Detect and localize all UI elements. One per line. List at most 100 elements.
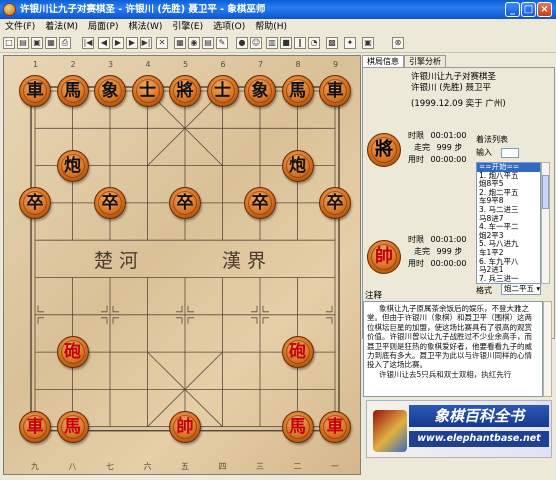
window-title: 许银川让九子对赛棋圣 - 许银川 (先胜) 聂卫平 - 象棋巫师 [20, 4, 266, 15]
top-coordinate-label: 9 [333, 60, 339, 69]
red-piece[interactable]: 砲 [281, 336, 314, 369]
last-move-icon[interactable]: ▶| [140, 37, 152, 49]
black-piece[interactable]: 卒 [319, 186, 351, 219]
engine-icon[interactable]: ◉ [188, 37, 200, 49]
notes-textarea[interactable]: 象棋让九子原属茶余饭后的娱乐，不登大雅之堂。但由于许银川（象棋）和聂卫平（围棋）… [363, 301, 543, 397]
save-icon[interactable]: ▣ [31, 37, 43, 49]
screenshot-icon[interactable]: ▣ [362, 37, 374, 49]
menu-file[interactable]: 文件(F) [0, 19, 40, 35]
format-label: 格式 [476, 286, 492, 295]
delete-icon[interactable]: ✕ [156, 37, 168, 49]
play-icon[interactable]: ▶ [112, 37, 124, 49]
black-piece[interactable]: 炮 [56, 149, 89, 182]
saveas-icon[interactable]: ▦ [45, 37, 57, 49]
print-icon[interactable]: ⎙ [59, 37, 71, 49]
notes-scrollbar[interactable] [543, 301, 552, 397]
piece-label: 馬 [289, 81, 306, 101]
book-icon[interactable]: ▤ [202, 37, 214, 49]
minimize-button[interactable]: _ [505, 2, 520, 17]
black-piece[interactable]: 炮 [281, 149, 314, 182]
banner-url: www.elephantbase.net [409, 431, 549, 447]
edit-icon[interactable]: ✎ [216, 37, 228, 49]
stop-icon[interactable]: ■ [280, 37, 292, 49]
black-moves: 走完 999 步 [414, 143, 463, 152]
maximize-button[interactable]: □ [521, 2, 536, 17]
menu-position[interactable]: 局面(P) [83, 19, 123, 35]
black-piece[interactable]: 車 [319, 75, 351, 107]
info-icon[interactable]: ▥ [266, 37, 278, 49]
format-select[interactable]: 炮二平五 ▾ [501, 283, 541, 295]
hint-icon[interactable]: ✦ [344, 37, 356, 49]
scrollbar-thumb[interactable] [542, 175, 549, 209]
piece-label: 卒 [101, 192, 119, 213]
bottom-coordinate-label: 二 [293, 462, 302, 471]
piece-label: 士 [139, 81, 156, 101]
elephantbase-logo [373, 410, 407, 452]
move-input-label: 输入 [476, 148, 492, 157]
black-piece[interactable]: 馬 [56, 75, 89, 107]
black-piece[interactable]: 象 [94, 75, 126, 107]
black-piece[interactable]: 卒 [19, 186, 51, 219]
move-input-field[interactable] [501, 148, 519, 158]
close-icon[interactable]: ⊗ [392, 37, 404, 49]
piece-label: 將 [176, 81, 194, 101]
black-piece[interactable]: 象 [244, 75, 276, 107]
black-piece[interactable]: 士 [131, 75, 164, 107]
red-piece[interactable]: 馬 [56, 410, 89, 443]
red-piece[interactable]: 帥 [169, 410, 201, 443]
right-panel: 棋局信息 引擎分析 许银川让九子对赛棋圣 许银川 (先胜) 聂卫平 (1999.1… [362, 55, 555, 480]
elephantbase-banner[interactable]: 象棋百科全书 www.elephantbase.net [366, 400, 552, 458]
black-piece[interactable]: 卒 [94, 186, 126, 219]
top-coordinate-label: 4 [145, 60, 151, 69]
bottom-coordinate-label: 一 [331, 462, 339, 471]
move-list[interactable]: ==开始== 1. 炮八平五 炮8平5 2. 炮二平五 车9平8 3. 马二进三 马8进7 4… [476, 162, 541, 284]
board-icon[interactable]: ▦ [174, 37, 186, 49]
bottom-coordinate-label: 六 [143, 462, 152, 471]
black-piece[interactable]: 卒 [169, 186, 201, 219]
new-icon[interactable]: □ [3, 37, 15, 49]
red-piece[interactable]: 車 [319, 410, 351, 443]
level-icon[interactable]: ▩ [326, 37, 338, 49]
black-piece[interactable]: 士 [206, 75, 239, 107]
menu-bar: 文件(F) 着法(M) 局面(P) 棋法(W) 引擎(E) 选项(O) 帮助(H) [0, 19, 556, 35]
piece-label: 車 [326, 81, 344, 101]
menu-moves[interactable]: 着法(M) [40, 19, 83, 35]
smile-icon[interactable]: ☺ [250, 37, 262, 49]
prev-move-icon[interactable]: ◀ [98, 37, 110, 49]
piece-label: 車 [26, 81, 44, 101]
chevron-down-icon: ▾ [536, 284, 541, 293]
pause-icon[interactable]: ‖ [294, 37, 306, 49]
menu-engine[interactable]: 引擎(E) [167, 19, 208, 35]
piece-label: 士 [214, 81, 231, 101]
first-move-icon[interactable]: |◀ [82, 37, 94, 49]
menu-rules[interactable]: 棋法(W) [123, 19, 167, 35]
think-icon[interactable]: ◔ [308, 37, 320, 49]
red-piece[interactable]: 車 [19, 410, 51, 443]
piece-label: 炮 [64, 155, 81, 176]
next-move-icon[interactable]: ▶ [126, 37, 138, 49]
bottom-coordinate-label: 三 [256, 462, 264, 471]
black-piece[interactable]: 卒 [244, 186, 276, 219]
piece-label: 帥 [176, 416, 194, 437]
menu-options[interactable]: 选项(O) [208, 19, 250, 35]
open-icon[interactable]: ▤ [17, 37, 29, 49]
piece-label: 車 [26, 416, 44, 437]
close-button[interactable]: × [537, 2, 552, 17]
move-list-scrollbar[interactable] [541, 162, 550, 284]
piece-label: 馬 [289, 416, 306, 437]
red-piece[interactable]: 砲 [56, 336, 89, 369]
notes-text: 象棋让九子原属茶余饭后的娱乐，不登大雅之堂。但由于许银川（象棋）和聂卫平（围棋）… [367, 304, 532, 370]
red-piece[interactable]: 馬 [281, 410, 314, 443]
black-piece[interactable]: 車 [19, 75, 51, 107]
top-coordinate-label: 8 [295, 60, 301, 69]
menu-help[interactable]: 帮助(H) [250, 19, 292, 35]
moves-panel-title: 着法列表 [476, 135, 508, 144]
piece-label: 卒 [251, 192, 269, 213]
river-left-text: 楚河 [94, 250, 145, 272]
title-bar: 许银川让九子对赛棋圣 - 许银川 (先胜) 聂卫平 - 象棋巫师 _ □ × [0, 0, 556, 19]
palette-icon[interactable]: ● [236, 37, 248, 49]
board-panel: 楚河 漢界 車馬象士將士象馬車炮炮卒卒卒卒卒砲砲車馬帥馬車 123456789九… [3, 55, 361, 475]
black-piece[interactable]: 馬 [281, 75, 314, 107]
piece-label: 卒 [176, 192, 194, 213]
black-piece[interactable]: 將 [169, 75, 201, 107]
